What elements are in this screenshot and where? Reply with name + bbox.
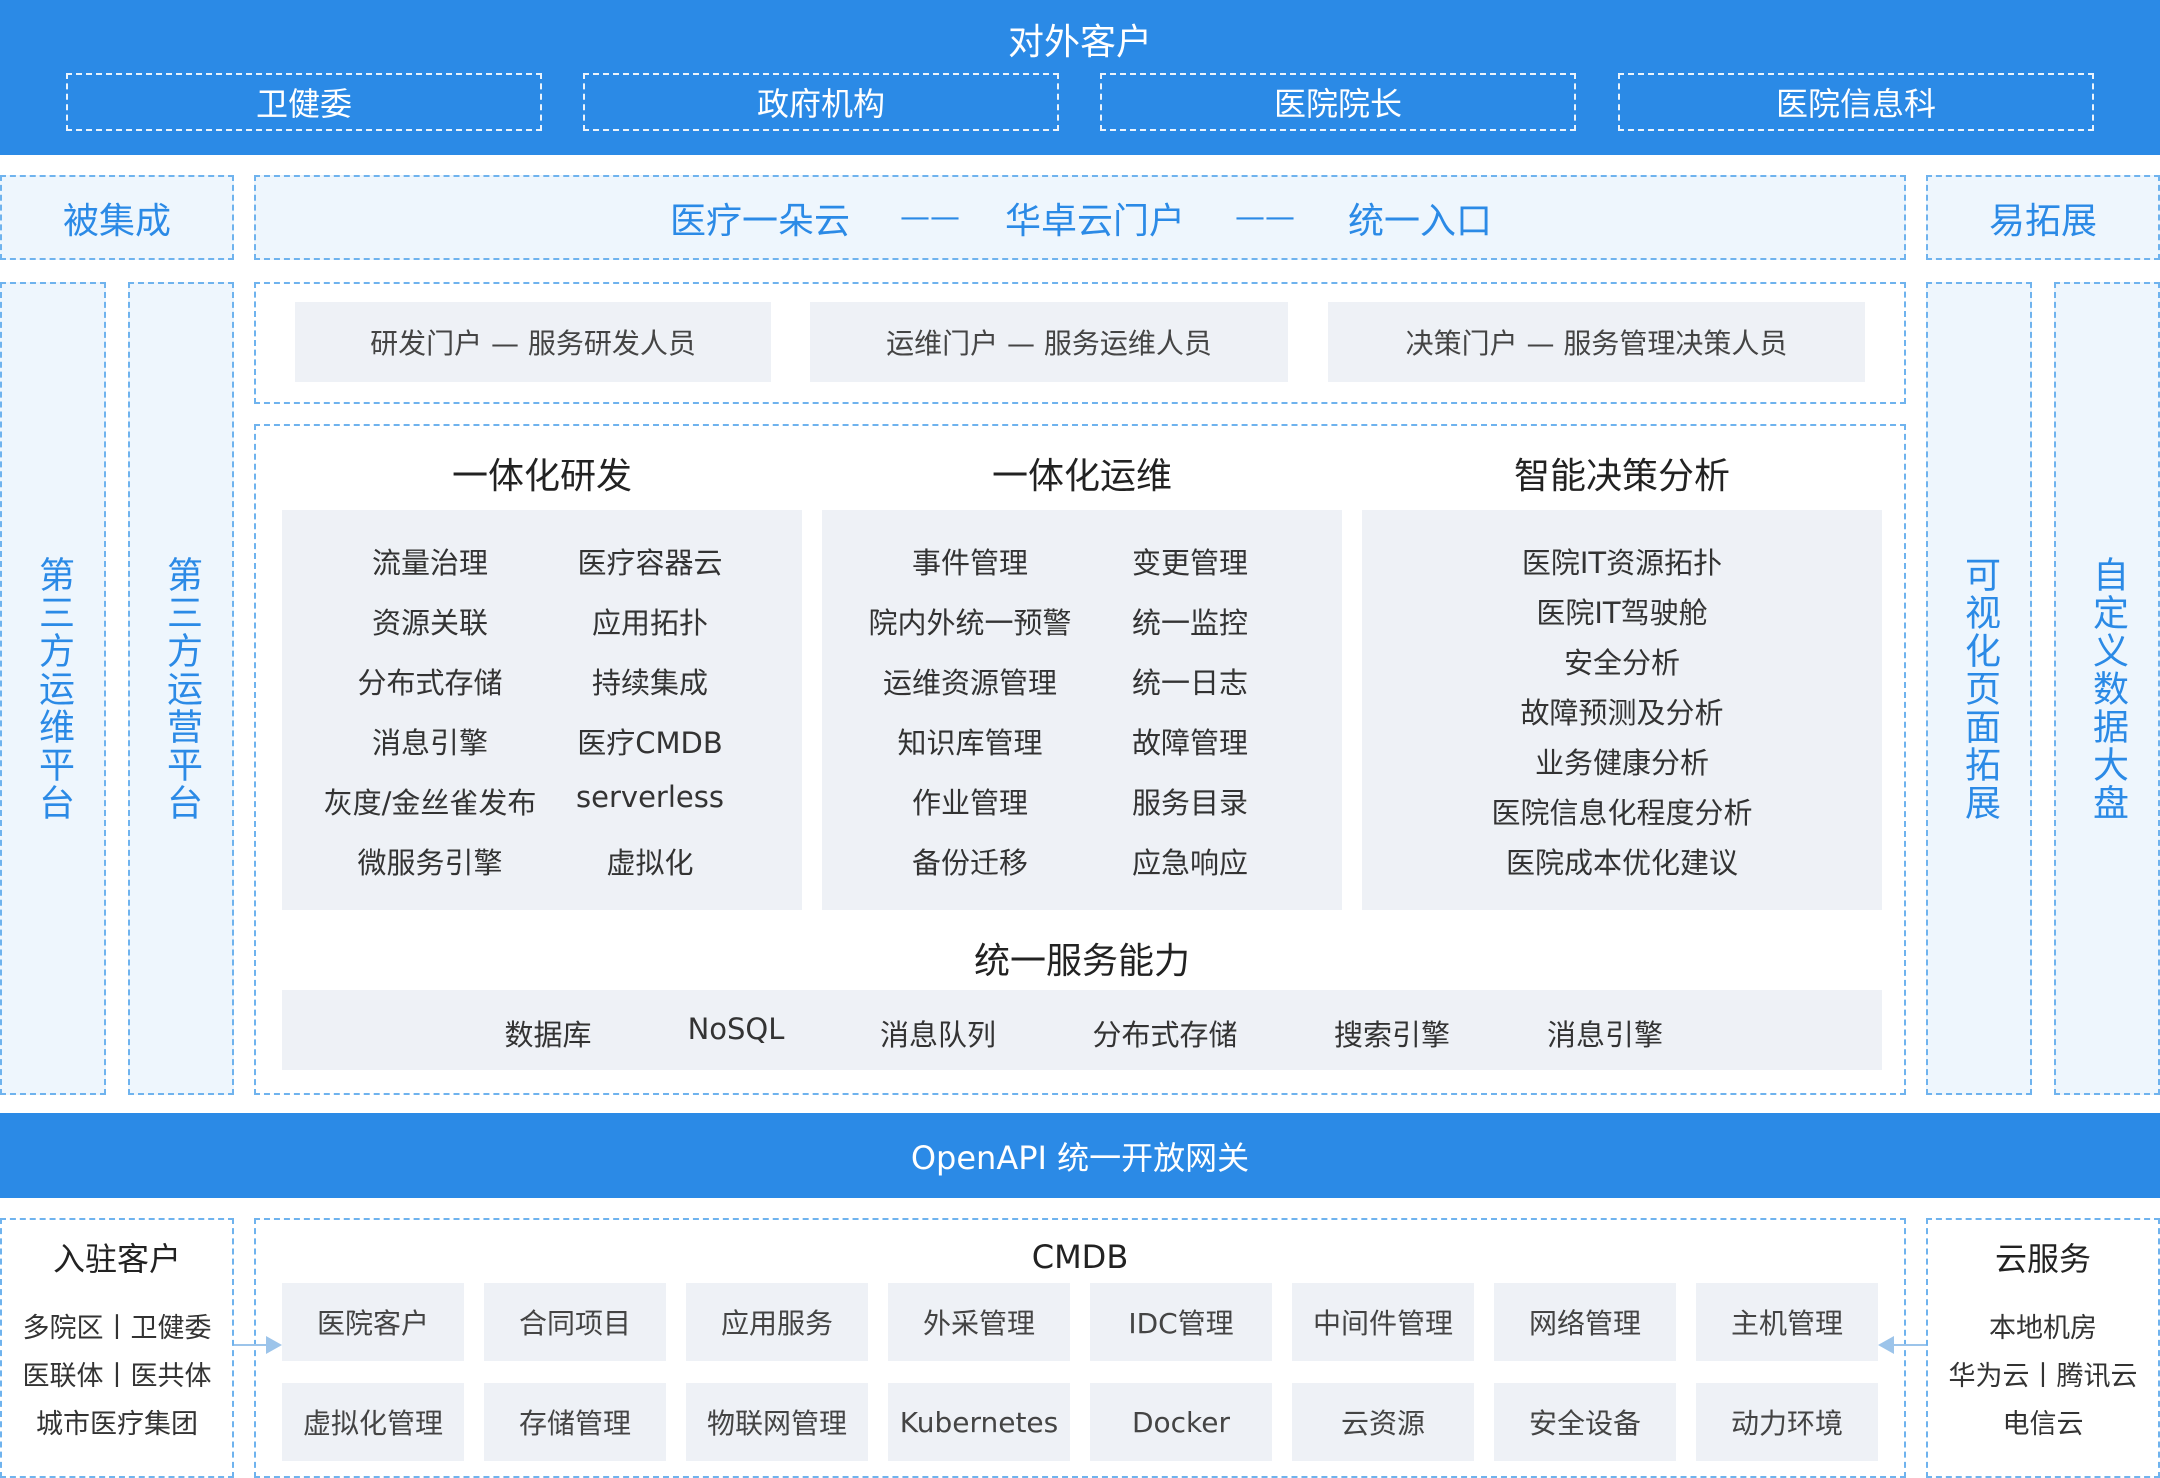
unified-item: NoSQL: [687, 1012, 785, 1046]
cmdb-item: 虚拟化管理: [282, 1383, 464, 1461]
rd-item: 持续集成: [591, 666, 709, 700]
unified-item: 分布式存储: [1092, 1018, 1238, 1052]
cmdb-item: Docker: [1090, 1383, 1272, 1461]
cmdb-item: 云资源: [1292, 1383, 1474, 1461]
customer-box-hospital-it: 医院信息科: [1618, 73, 2094, 131]
unified-item: 消息队列: [879, 1018, 997, 1052]
rd-item: 资源关联: [371, 606, 489, 640]
ops-item: 统一日志: [1131, 666, 1249, 700]
decision-item: 业务健康分析: [1534, 746, 1710, 780]
cmdb-item: 合同项目: [484, 1283, 666, 1361]
ops-item: 服务目录: [1131, 786, 1249, 820]
openapi-gateway: OpenAPI 统一开放网关: [0, 1113, 2160, 1198]
section-title-rd: 一体化研发: [451, 455, 632, 497]
onboarded-customers-title: 入驻客户: [52, 1240, 181, 1278]
cloud-services-line: 电信云: [2002, 1408, 2084, 1440]
third-party-ops-label: 第三方运维平台: [33, 555, 74, 822]
section-title-decision: 智能决策分析: [1513, 455, 1730, 497]
cloud-services-line: 本地机房: [1989, 1312, 2097, 1344]
rd-item: 虚拟化: [606, 846, 694, 880]
visual-page-extension: 可视化页面拓展: [1926, 282, 2032, 1095]
arrow-left-connector: [234, 1344, 268, 1346]
ops-item: 知识库管理: [897, 726, 1043, 760]
onboarded-customers-line: 城市医疗集团: [36, 1408, 198, 1440]
arrow-left-icon: [1878, 1336, 1894, 1354]
banner-huazhuo-portal: 华卓云门户: [1004, 200, 1185, 242]
rd-item: 消息引擎: [371, 726, 489, 760]
banner-dash-2: ——: [1235, 200, 1295, 235]
cmdb-item: 存储管理: [484, 1383, 666, 1461]
ops-item: 故障管理: [1131, 726, 1249, 760]
rd-item: 灰度/金丝雀发布: [323, 786, 537, 820]
cmdb-item: 应用服务: [686, 1283, 868, 1361]
cmdb-item: 网络管理: [1494, 1283, 1676, 1361]
portal-ops: 运维门户 — 服务运维人员: [810, 302, 1288, 382]
onboarded-customers-line: 医联体丨医共体: [22, 1360, 212, 1392]
ops-item: 作业管理: [911, 786, 1029, 820]
ops-item: 运维资源管理: [882, 666, 1058, 700]
arrow-right-icon: [266, 1336, 282, 1354]
onboarded-customers-line: 多院区丨卫健委: [22, 1312, 212, 1344]
ops-item: 变更管理: [1131, 546, 1249, 580]
section-title-ops: 一体化运维: [991, 455, 1172, 497]
decision-item: 安全分析: [1563, 646, 1681, 680]
cmdb-item: 外采管理: [888, 1283, 1070, 1361]
cmdb-item: 医院客户: [282, 1283, 464, 1361]
external-customers-title: 对外客户: [1007, 22, 1152, 63]
rd-item: 微服务引擎: [357, 846, 503, 880]
rd-item: 应用拓扑: [591, 606, 709, 640]
cmdb-item: 物联网管理: [686, 1383, 868, 1461]
decision-item: 故障预测及分析: [1520, 696, 1724, 730]
cloud-services-title: 云服务: [1994, 1240, 2091, 1278]
rd-item: 流量治理: [371, 546, 489, 580]
decision-item: 医院IT驾驶舱: [1536, 596, 1708, 630]
third-party-ops-platform: 第三方运维平台: [0, 282, 106, 1095]
third-party-operation-label: 第三方运营平台: [161, 555, 202, 822]
decision-item: 医院信息化程度分析: [1491, 796, 1753, 830]
ops-item: 事件管理: [911, 546, 1029, 580]
rd-item: serverless: [576, 780, 724, 814]
cmdb-item: IDC管理: [1090, 1283, 1272, 1361]
unified-service-title: 统一服务能力: [973, 940, 1190, 982]
ops-item: 院内外统一预警: [868, 606, 1072, 640]
ops-item: 应急响应: [1131, 846, 1249, 880]
portal-decision: 决策门户 — 服务管理决策人员: [1328, 302, 1865, 382]
cmdb-title: CMDB: [1031, 1238, 1129, 1276]
rd-item: 医疗容器云: [577, 546, 723, 580]
custom-data-dashboard-label: 自定义数据大盘: [2087, 555, 2128, 822]
cmdb-item: 中间件管理: [1292, 1283, 1474, 1361]
custom-data-dashboard: 自定义数据大盘: [2054, 282, 2160, 1095]
cmdb-item: 主机管理: [1696, 1283, 1878, 1361]
rd-item: 分布式存储: [357, 666, 503, 700]
banner-dash-1: ——: [900, 200, 960, 235]
integrated-box: 被集成: [0, 175, 234, 260]
visual-page-extension-label: 可视化页面拓展: [1959, 555, 2000, 822]
cmdb-item: Kubernetes: [888, 1383, 1070, 1461]
cmdb-item: 动力环境: [1696, 1383, 1878, 1461]
panel-ops: [822, 510, 1342, 910]
customer-box-hospital-director: 医院院长: [1100, 73, 1576, 131]
decision-item: 医院成本优化建议: [1505, 846, 1739, 880]
banner-medical-cloud: 医疗一朵云: [669, 200, 850, 242]
portal-rd: 研发门户 — 服务研发人员: [295, 302, 771, 382]
arrow-right-connector: [1892, 1344, 1926, 1346]
third-party-operation-platform: 第三方运营平台: [128, 282, 234, 1095]
cloud-services-line: 华为云丨腾讯云: [1948, 1360, 2138, 1392]
unified-item: 数据库: [504, 1018, 592, 1052]
rd-item: 医疗CMDB: [577, 726, 723, 760]
decision-item: 医院IT资源拓扑: [1521, 546, 1723, 580]
ops-item: 统一监控: [1131, 606, 1249, 640]
unified-item: 搜索引擎: [1333, 1018, 1451, 1052]
banner-unified-entry: 统一入口: [1347, 200, 1492, 242]
easy-extend-box: 易拓展: [1926, 175, 2160, 260]
unified-item: 消息引擎: [1546, 1018, 1664, 1052]
customer-box-weijianwei: 卫健委: [66, 73, 542, 131]
ops-item: 备份迁移: [911, 846, 1029, 880]
customer-box-government: 政府机构: [583, 73, 1059, 131]
cmdb-item: 安全设备: [1494, 1383, 1676, 1461]
